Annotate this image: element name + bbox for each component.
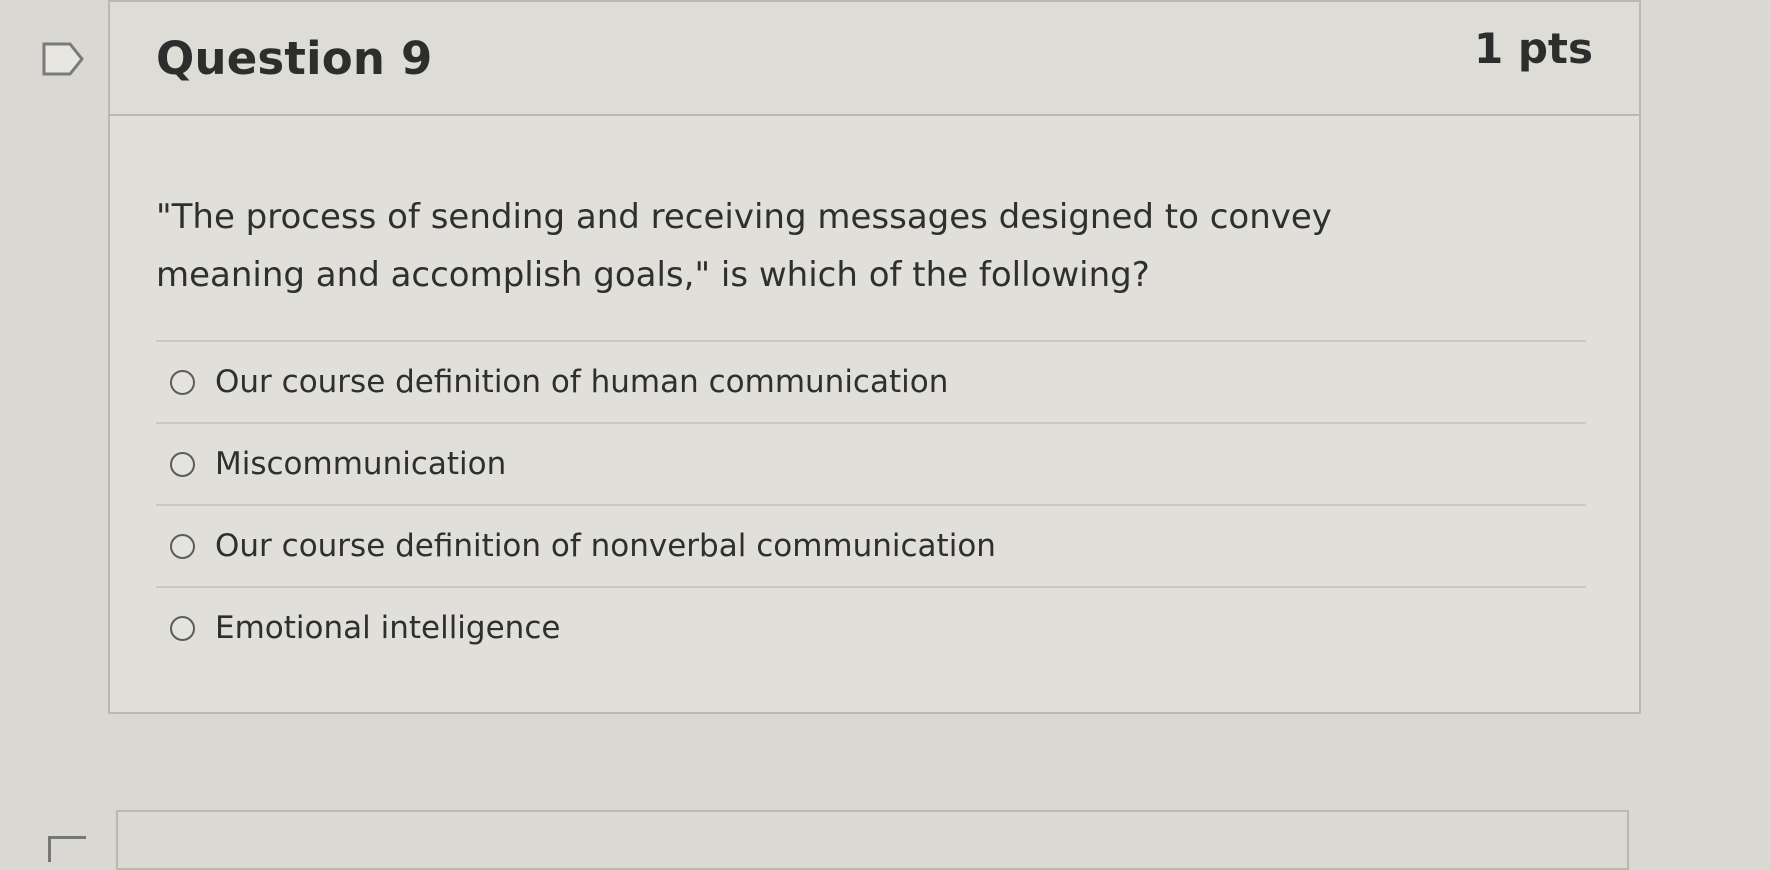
- radio-button-icon[interactable]: [170, 615, 195, 641]
- answer-label: Our course definition of nonverbal commu…: [215, 528, 996, 564]
- answer-option-nonverbal-communication[interactable]: Our course definition of nonverbal commu…: [156, 506, 1586, 588]
- radio-button-icon[interactable]: [170, 369, 195, 395]
- radio-button-icon[interactable]: [170, 533, 195, 559]
- question-body: "The process of sending and receiving me…: [110, 116, 1639, 668]
- answer-list: Our course definition of human communica…: [156, 340, 1586, 668]
- answer-label: Our course definition of human communica…: [215, 364, 949, 400]
- radio-button-icon[interactable]: [170, 451, 195, 477]
- question-card: Question 9 1 pts "The process of sending…: [108, 0, 1641, 714]
- flag-question-icon[interactable]: [42, 42, 84, 76]
- answer-option-miscommunication[interactable]: Miscommunication: [156, 424, 1586, 506]
- question-points: 1 pts: [1474, 24, 1593, 73]
- question-header: Question 9 1 pts: [110, 2, 1639, 116]
- question-text: "The process of sending and receiving me…: [156, 197, 1332, 295]
- answer-label: Emotional intelligence: [215, 610, 561, 646]
- question-title: Question 9: [156, 32, 433, 85]
- answer-option-emotional-intelligence[interactable]: Emotional intelligence: [156, 588, 1586, 668]
- answer-option-human-communication[interactable]: Our course definition of human communica…: [156, 342, 1586, 424]
- next-question-flag-icon[interactable]: [48, 836, 86, 862]
- answer-label: Miscommunication: [215, 446, 507, 482]
- next-question-card: [116, 810, 1629, 870]
